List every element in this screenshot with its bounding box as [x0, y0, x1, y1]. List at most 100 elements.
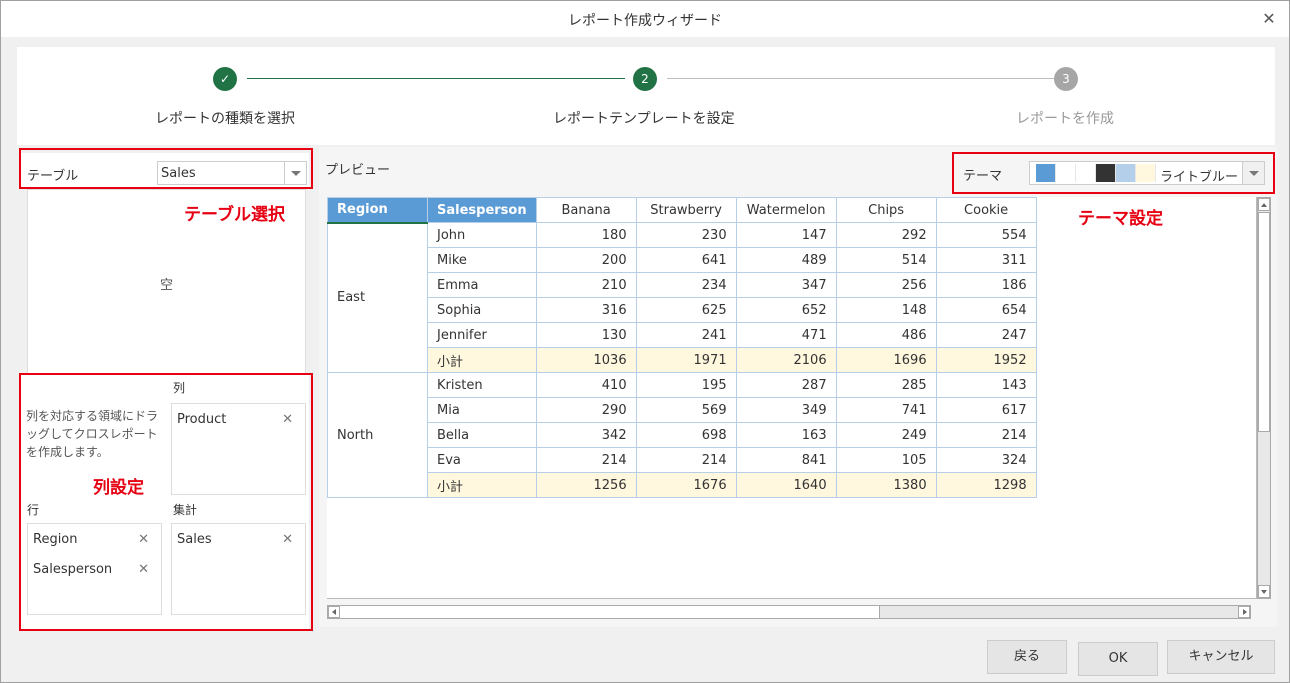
value-cell[interactable]: 741 — [835, 397, 937, 423]
value-cell[interactable]: 349 — [735, 397, 837, 423]
column-header[interactable]: Chips — [835, 197, 937, 223]
remove-column-icon[interactable]: ✕ — [282, 412, 293, 427]
subtotal-value-cell[interactable]: 1971 — [635, 347, 737, 373]
region-cell[interactable]: North — [327, 372, 428, 498]
value-cell[interactable]: 617 — [935, 397, 1037, 423]
subtotal-value-cell[interactable]: 1380 — [835, 472, 937, 498]
salesperson-cell[interactable]: Eva — [427, 447, 537, 473]
value-cell[interactable]: 163 — [735, 422, 837, 448]
column-header[interactable]: Cookie — [935, 197, 1037, 223]
value-cell[interactable]: 186 — [935, 272, 1037, 298]
value-cell[interactable]: 214 — [535, 447, 637, 473]
value-cell[interactable]: 214 — [935, 422, 1037, 448]
subtotal-value-cell[interactable]: 1676 — [635, 472, 737, 498]
value-cell[interactable]: 148 — [835, 297, 937, 323]
value-cell[interactable]: 285 — [835, 372, 937, 398]
scroll-up-icon[interactable] — [1258, 198, 1270, 211]
subtotal-value-cell[interactable]: 1696 — [835, 347, 937, 373]
theme-dropdown[interactable]: ライトブルー — [1029, 161, 1265, 185]
subtotal-value-cell[interactable]: 1036 — [535, 347, 637, 373]
value-cell[interactable]: 200 — [535, 247, 637, 273]
vertical-scroll-thumb[interactable] — [1258, 212, 1270, 432]
value-cell[interactable]: 247 — [935, 322, 1037, 348]
subtotal-label[interactable]: 小計 — [427, 472, 537, 498]
remove-value-icon[interactable]: ✕ — [282, 532, 293, 547]
value-cell[interactable]: 641 — [635, 247, 737, 273]
subtotal-label[interactable]: 小計 — [427, 347, 537, 373]
value-cell[interactable]: 347 — [735, 272, 837, 298]
subtotal-value-cell[interactable]: 2106 — [735, 347, 837, 373]
value-cell[interactable]: 105 — [835, 447, 937, 473]
close-icon[interactable]: ✕ — [1259, 9, 1279, 29]
value-cell[interactable]: 652 — [735, 297, 837, 323]
value-cell[interactable]: 311 — [935, 247, 1037, 273]
subtotal-value-cell[interactable]: 1298 — [935, 472, 1037, 498]
value-cell[interactable]: 290 — [535, 397, 637, 423]
salesperson-cell[interactable]: Mia — [427, 397, 537, 423]
column-header[interactable]: Banana — [535, 197, 637, 223]
value-cell[interactable]: 210 — [535, 272, 637, 298]
back-button[interactable]: 戻る — [987, 640, 1067, 674]
salesperson-cell[interactable]: Jennifer — [427, 322, 537, 348]
value-cell[interactable]: 249 — [835, 422, 937, 448]
value-cell[interactable]: 195 — [635, 372, 737, 398]
value-cell[interactable]: 486 — [835, 322, 937, 348]
subtotal-value-cell[interactable]: 1256 — [535, 472, 637, 498]
remove-row-icon[interactable]: ✕ — [138, 532, 149, 547]
subtotal-value-cell[interactable]: 1640 — [735, 472, 837, 498]
value-cell[interactable]: 569 — [635, 397, 737, 423]
step-connector-1 — [247, 78, 625, 79]
rows-drop-zone[interactable]: Region ✕ Salesperson ✕ — [27, 523, 162, 615]
scroll-left-icon[interactable] — [328, 606, 340, 618]
vertical-scrollbar[interactable] — [1257, 197, 1271, 599]
value-cell[interactable]: 554 — [935, 222, 1037, 248]
column-header[interactable]: Strawberry — [635, 197, 737, 223]
values-drop-zone[interactable]: Sales ✕ — [171, 523, 306, 615]
value-cell[interactable]: 143 — [935, 372, 1037, 398]
region-cell[interactable]: East — [327, 222, 428, 373]
value-cell[interactable]: 514 — [835, 247, 937, 273]
value-cell[interactable]: 147 — [735, 222, 837, 248]
columns-drop-zone[interactable]: Product ✕ — [171, 403, 306, 495]
value-cell[interactable]: 256 — [835, 272, 937, 298]
chevron-down-icon[interactable] — [284, 162, 306, 184]
column-header[interactable]: Salesperson — [427, 197, 537, 223]
value-cell[interactable]: 287 — [735, 372, 837, 398]
value-cell[interactable]: 241 — [635, 322, 737, 348]
value-cell[interactable]: 230 — [635, 222, 737, 248]
salesperson-cell[interactable]: John — [427, 222, 537, 248]
salesperson-cell[interactable]: Kristen — [427, 372, 537, 398]
value-cell[interactable]: 316 — [535, 297, 637, 323]
chevron-down-icon[interactable] — [1242, 162, 1264, 184]
scroll-right-icon[interactable] — [1238, 606, 1250, 618]
salesperson-cell[interactable]: Mike — [427, 247, 537, 273]
salesperson-cell[interactable]: Bella — [427, 422, 537, 448]
preview-grid[interactable]: Region Salesperson Banana Strawberry Waterme… — [327, 197, 1257, 599]
column-header[interactable]: Region — [327, 197, 428, 224]
remove-row-icon[interactable]: ✕ — [138, 562, 149, 577]
table-dropdown[interactable]: Sales — [157, 161, 307, 185]
value-cell[interactable]: 625 — [635, 297, 737, 323]
salesperson-cell[interactable]: Emma — [427, 272, 537, 298]
value-cell[interactable]: 324 — [935, 447, 1037, 473]
value-cell[interactable]: 698 — [635, 422, 737, 448]
column-header[interactable]: Watermelon — [735, 197, 837, 223]
value-cell[interactable]: 180 — [535, 222, 637, 248]
cancel-button[interactable]: キャンセル — [1167, 640, 1275, 674]
value-cell[interactable]: 841 — [735, 447, 837, 473]
value-cell[interactable]: 214 — [635, 447, 737, 473]
value-cell[interactable]: 234 — [635, 272, 737, 298]
horizontal-scrollbar[interactable] — [327, 605, 1251, 619]
subtotal-value-cell[interactable]: 1952 — [935, 347, 1037, 373]
value-cell[interactable]: 410 — [535, 372, 637, 398]
value-cell[interactable]: 489 — [735, 247, 837, 273]
ok-button[interactable]: OK — [1078, 642, 1158, 676]
salesperson-cell[interactable]: Sophia — [427, 297, 537, 323]
value-cell[interactable]: 471 — [735, 322, 837, 348]
value-cell[interactable]: 292 — [835, 222, 937, 248]
scroll-down-icon[interactable] — [1258, 585, 1270, 598]
horizontal-scroll-thumb[interactable] — [340, 606, 880, 618]
value-cell[interactable]: 654 — [935, 297, 1037, 323]
value-cell[interactable]: 130 — [535, 322, 637, 348]
value-cell[interactable]: 342 — [535, 422, 637, 448]
